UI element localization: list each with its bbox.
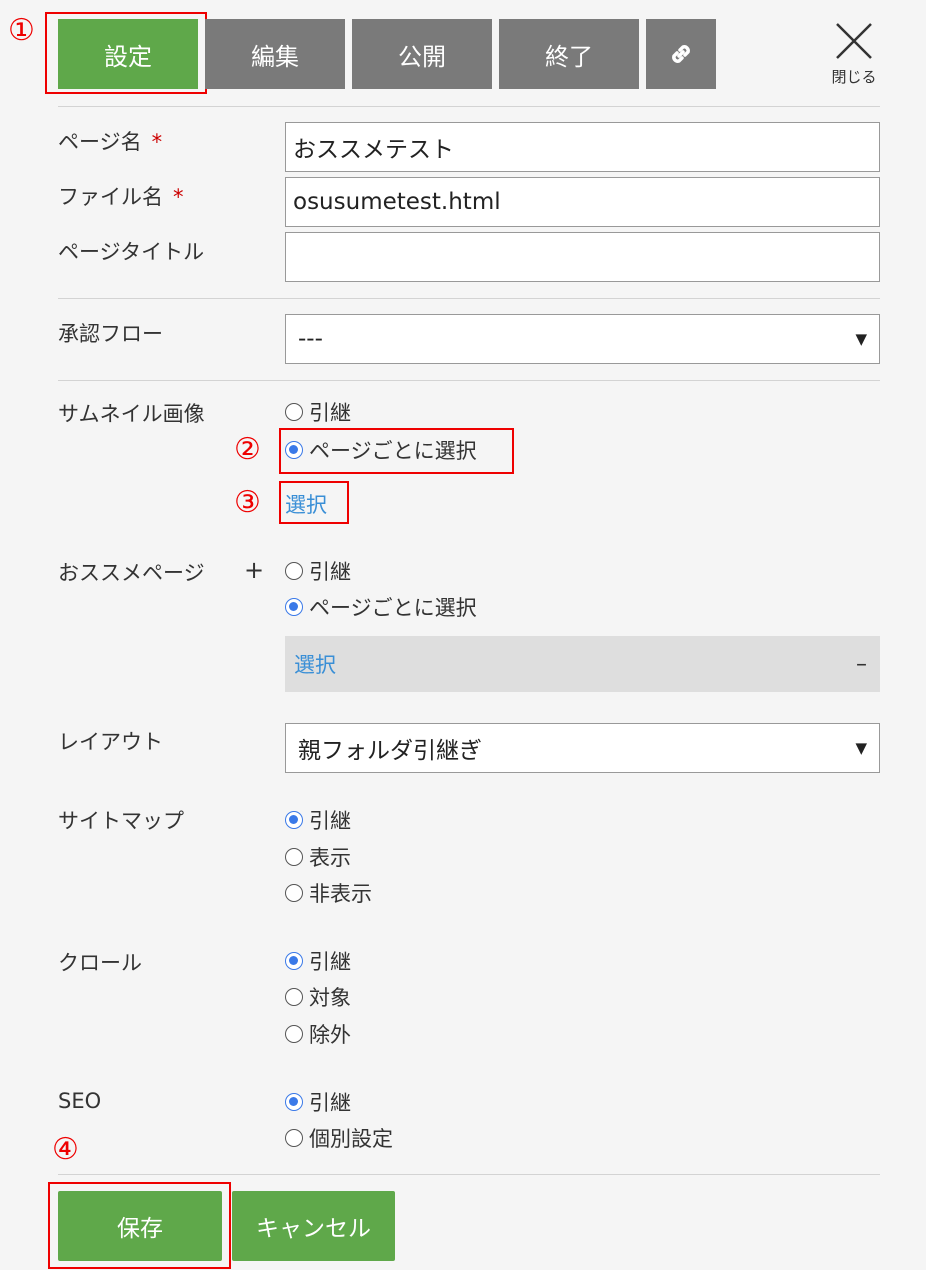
add-recommend-button[interactable]: +	[244, 556, 264, 584]
callout-2: ②	[234, 432, 261, 467]
dropdown-arrow-icon: ▼	[855, 739, 867, 757]
layout-select[interactable]: 親フォルダ引継ぎ ▼	[285, 723, 880, 773]
close-button[interactable]: 閉じる	[826, 22, 882, 87]
crawl-radio-exclude[interactable]: 除外	[285, 1019, 351, 1049]
crawl-label: クロール	[58, 951, 142, 975]
callout-3-box	[279, 481, 349, 524]
radio-icon	[285, 848, 303, 866]
close-label: 閉じる	[831, 68, 877, 86]
seo-radio-custom[interactable]: 個別設定	[285, 1123, 393, 1153]
tab-end[interactable]: 終了	[499, 19, 639, 89]
callout-1: ①	[8, 13, 35, 48]
tab-publish[interactable]: 公開	[352, 19, 492, 89]
sitemap-label: サイトマップ	[58, 809, 184, 833]
cancel-button[interactable]: キャンセル	[232, 1191, 395, 1261]
callout-3: ③	[234, 485, 261, 520]
close-x-icon	[836, 23, 872, 59]
sitemap-radio-show[interactable]: 表示	[285, 842, 351, 872]
save-button[interactable]: 保存	[58, 1191, 222, 1261]
page-name-label: ページ名 *	[58, 130, 163, 154]
required-mark: *	[173, 185, 184, 209]
seo-label: SEO	[58, 1089, 102, 1113]
radio-icon	[285, 1129, 303, 1147]
tab-link[interactable]	[646, 19, 716, 89]
recommend-page-label: おススメページ	[58, 561, 205, 585]
radio-icon	[285, 988, 303, 1006]
approval-flow-value: ---	[298, 326, 323, 352]
callout-2-box	[279, 428, 514, 474]
divider	[58, 298, 880, 299]
dropdown-arrow-icon: ▼	[855, 330, 867, 348]
tab-edit[interactable]: 編集	[205, 19, 345, 89]
recommend-select-link[interactable]: 選択	[294, 649, 336, 679]
thumbnail-radio-inherit[interactable]: 引継	[285, 397, 351, 427]
file-name-label: ファイル名 *	[58, 185, 184, 209]
required-mark: *	[151, 130, 163, 154]
crawl-radio-inherit[interactable]: 引継	[285, 946, 351, 976]
radio-icon	[285, 562, 303, 580]
radio-icon	[285, 1025, 303, 1043]
radio-selected-icon	[285, 811, 303, 829]
thumbnail-label: サムネイル画像	[58, 402, 205, 426]
divider	[58, 380, 880, 381]
divider	[58, 1174, 880, 1175]
recommend-radio-per-page[interactable]: ページごとに選択	[285, 592, 477, 622]
sitemap-radio-inherit[interactable]: 引継	[285, 805, 351, 835]
page-title-label: ページタイトル	[58, 240, 205, 264]
tab-settings[interactable]: 設定	[58, 19, 198, 89]
radio-selected-icon	[285, 1093, 303, 1111]
chain-link-icon	[672, 45, 690, 63]
layout-label: レイアウト	[58, 730, 163, 754]
crawl-radio-target[interactable]: 対象	[285, 982, 351, 1012]
radio-selected-icon	[285, 598, 303, 616]
remove-recommend-button[interactable]: –	[856, 652, 867, 677]
seo-radio-inherit[interactable]: 引継	[285, 1087, 351, 1117]
recommend-select-bar: 選択 –	[285, 636, 880, 692]
callout-4: ④	[52, 1132, 79, 1167]
layout-value: 親フォルダ引継ぎ	[298, 738, 482, 764]
radio-selected-icon	[285, 952, 303, 970]
sitemap-radio-hide[interactable]: 非表示	[285, 878, 372, 908]
radio-icon	[285, 403, 303, 421]
radio-icon	[285, 884, 303, 902]
divider	[58, 106, 880, 107]
file-name-input[interactable]: osusumetest.html	[285, 177, 880, 227]
approval-flow-label: 承認フロー	[58, 322, 163, 346]
page-name-input[interactable]: おススメテスト	[285, 122, 880, 172]
page-title-input[interactable]	[285, 232, 880, 282]
recommend-radio-inherit[interactable]: 引継	[285, 556, 351, 586]
approval-flow-select[interactable]: --- ▼	[285, 314, 880, 364]
